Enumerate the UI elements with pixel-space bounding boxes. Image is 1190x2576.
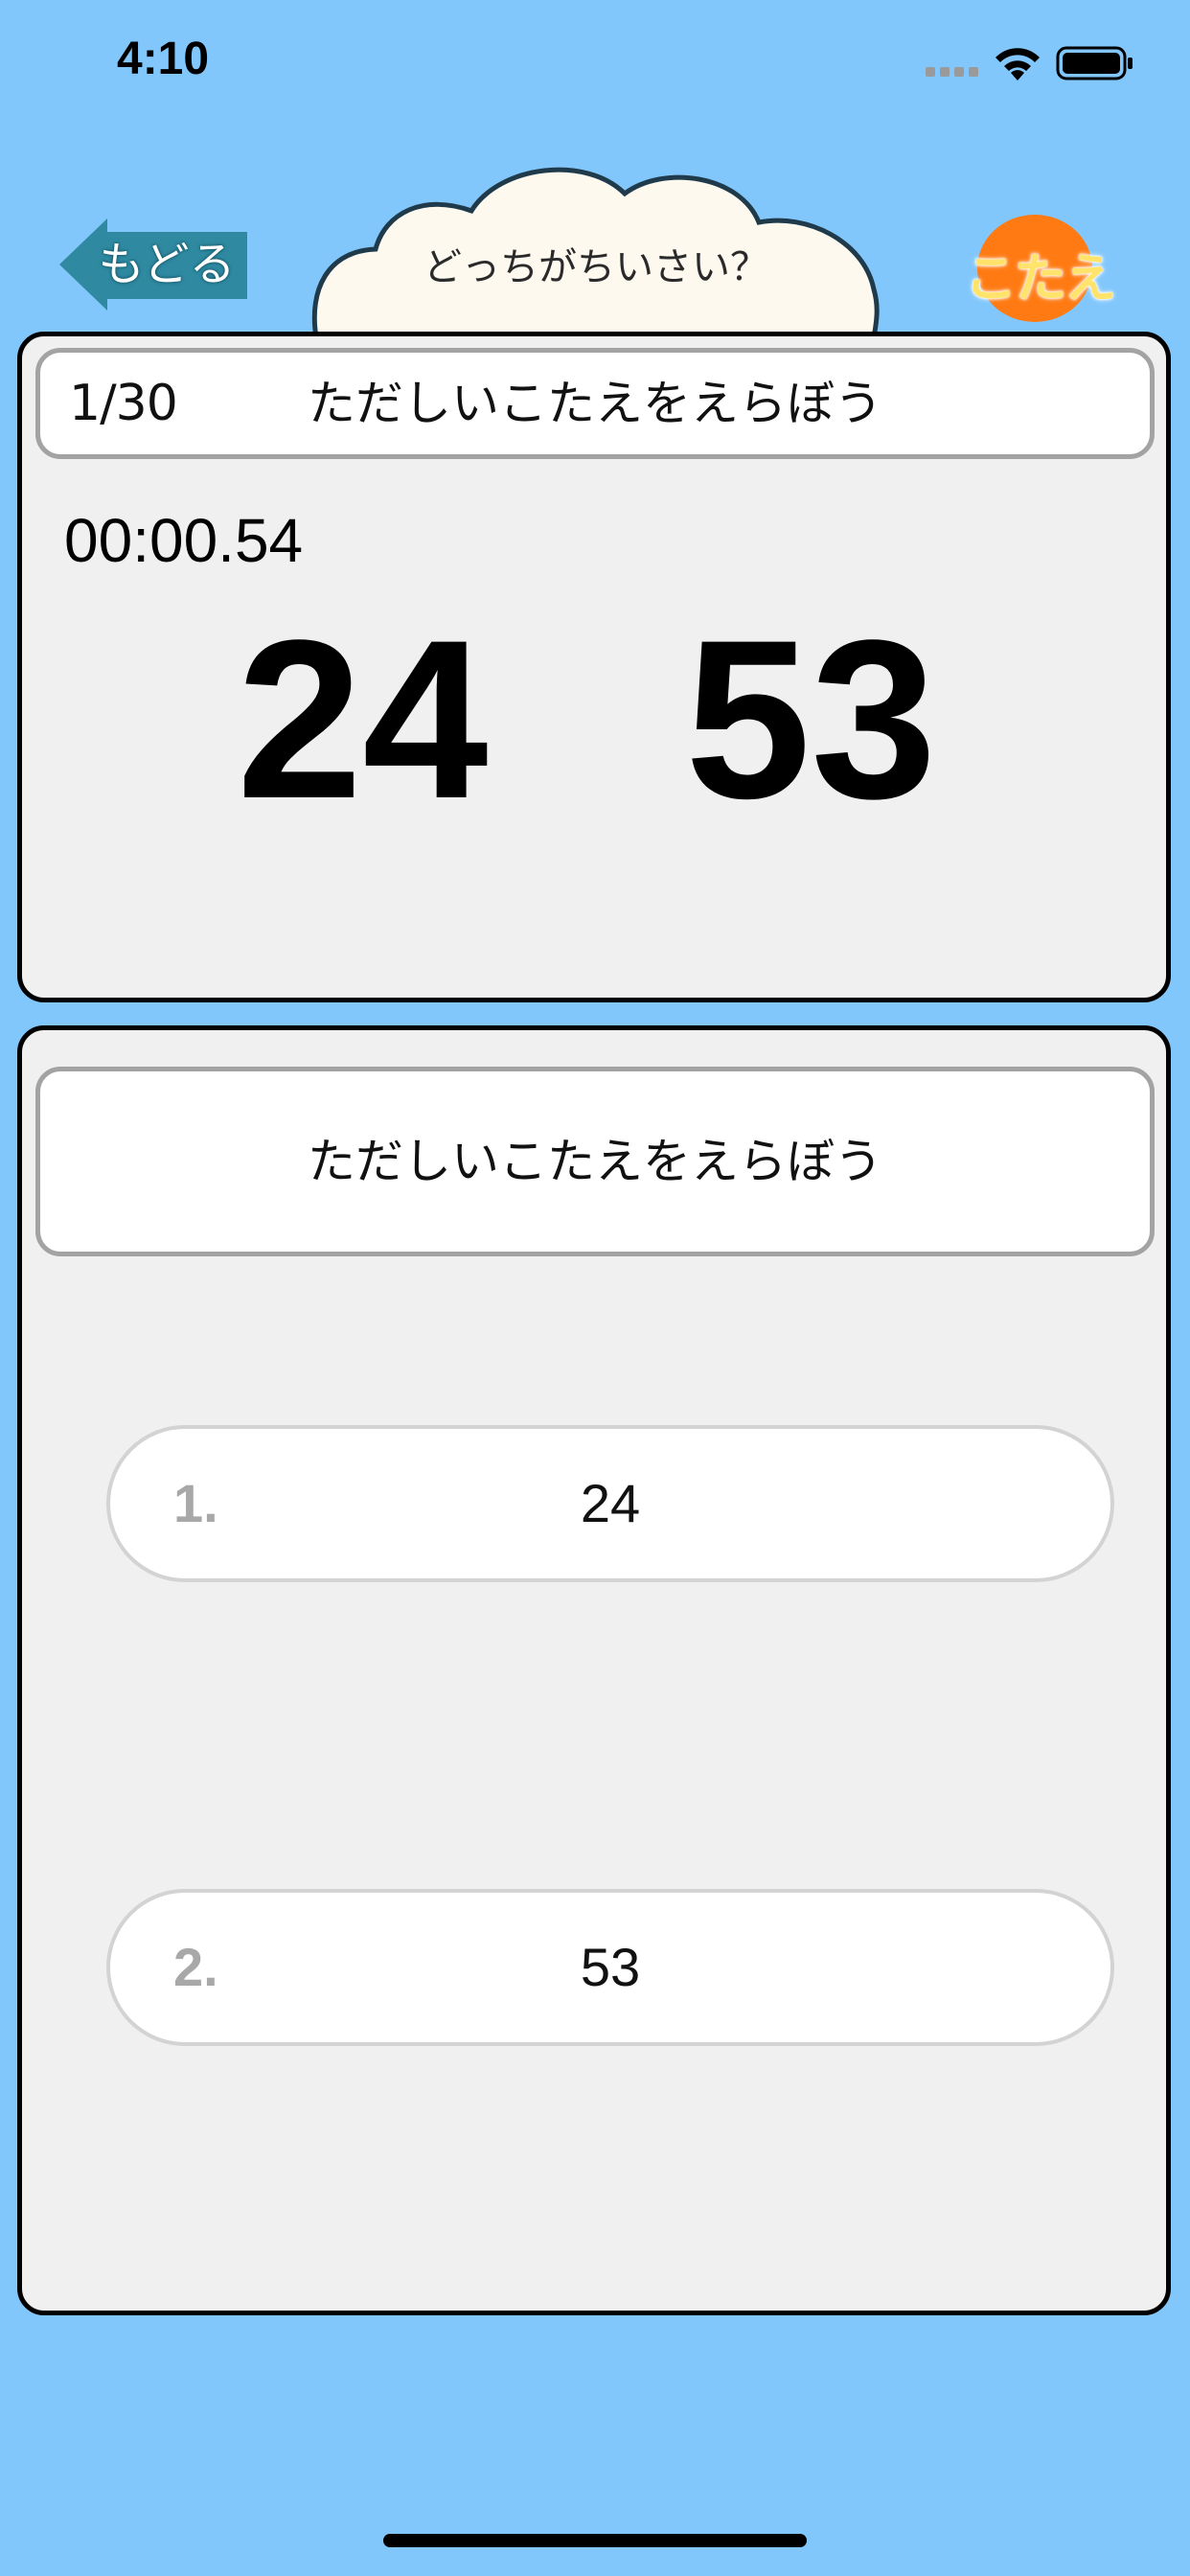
question-panel: 1/30 ただしいこたえをえらぼう 00:00.54 24 53 [17, 332, 1171, 1002]
question-number-right: 53 [685, 593, 937, 846]
status-time: 4:10 [117, 34, 210, 84]
choice-value: 53 [580, 1937, 641, 1997]
back-button-label: もどる [98, 238, 236, 291]
cellular-signal-icon [926, 67, 978, 77]
wifi-icon [995, 48, 1040, 80]
home-indicator[interactable] [383, 2534, 807, 2547]
timer: 00:00.54 [64, 506, 304, 575]
question-number-left: 24 [237, 593, 489, 846]
answer-button-label: こたえ [965, 248, 1116, 309]
show-answer-button[interactable]: こたえ [958, 211, 1121, 326]
choice-button-1[interactable]: 1. 24 [106, 1425, 1114, 1582]
choice-button-2[interactable]: 2. 53 [106, 1889, 1114, 2046]
answer-panel: ただしいこたえをえらぼう 1. 24 2. 53 [17, 1025, 1171, 2315]
status-icons [883, 42, 1171, 90]
title-cloud: どっちがちいさい？ [309, 155, 883, 337]
question-instruction: ただしいこたえをえらぼう [308, 376, 882, 431]
battery-icon [1056, 46, 1133, 80]
question-header: 1/30 ただしいこたえをえらぼう [35, 348, 1155, 459]
page-title: どっちがちいさい？ [423, 245, 768, 289]
choice-value: 24 [580, 1473, 641, 1533]
back-button[interactable]: もどる [59, 217, 247, 312]
answer-instruction: ただしいこたえをえらぼう [308, 1134, 882, 1189]
answer-header: ただしいこたえをえらぼう [35, 1067, 1155, 1256]
